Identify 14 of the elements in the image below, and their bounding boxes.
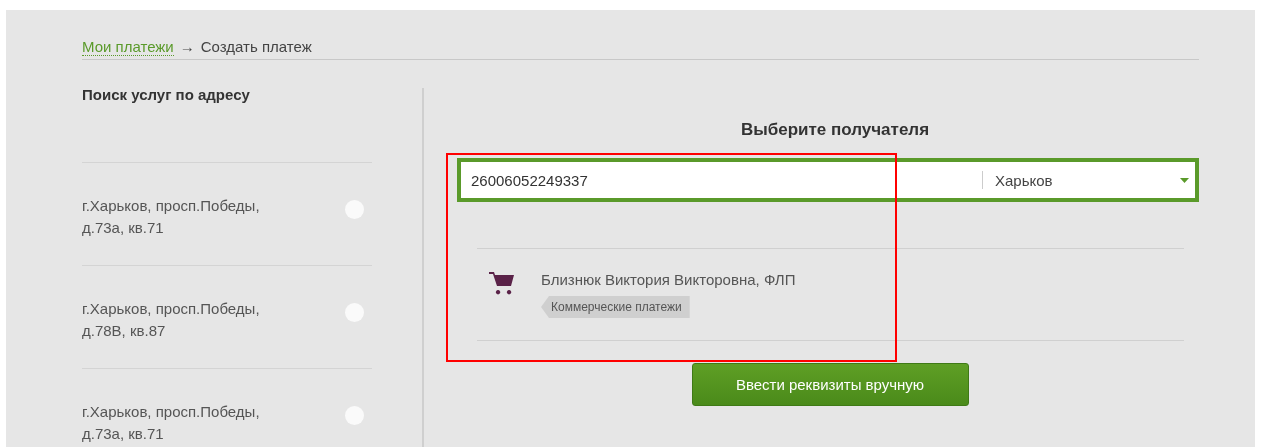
city-dropdown[interactable]: Харьков [982,171,1195,189]
cart-icon [489,271,515,295]
category-tag: Коммерческие платежи [541,296,690,318]
address-text: г.Харьков, просп.Победы, д.73а, кв.71 [82,196,260,238]
caret-icon [1180,177,1189,183]
address-text: г.Харьков, просп.Победы, д.78В, кв.87 [82,299,260,341]
manual-entry-button[interactable]: Ввести реквизиты вручную [691,363,969,406]
search-field[interactable]: 26006052249337 Харьков [457,158,1199,202]
section-title: Выберите получателя [739,120,931,140]
recipient-name[interactable]: Близнюк Виктория Викторовна, ФЛП [541,271,1184,288]
breadcrumb-current: Создать платеж [200,38,312,55]
section-title: Поиск услуг по адресу [82,86,251,105]
breadcrumb-arrow: → [179,38,195,55]
address-text: г.Харьков, просп.Победы, д.73а, кв.71 [82,402,260,444]
